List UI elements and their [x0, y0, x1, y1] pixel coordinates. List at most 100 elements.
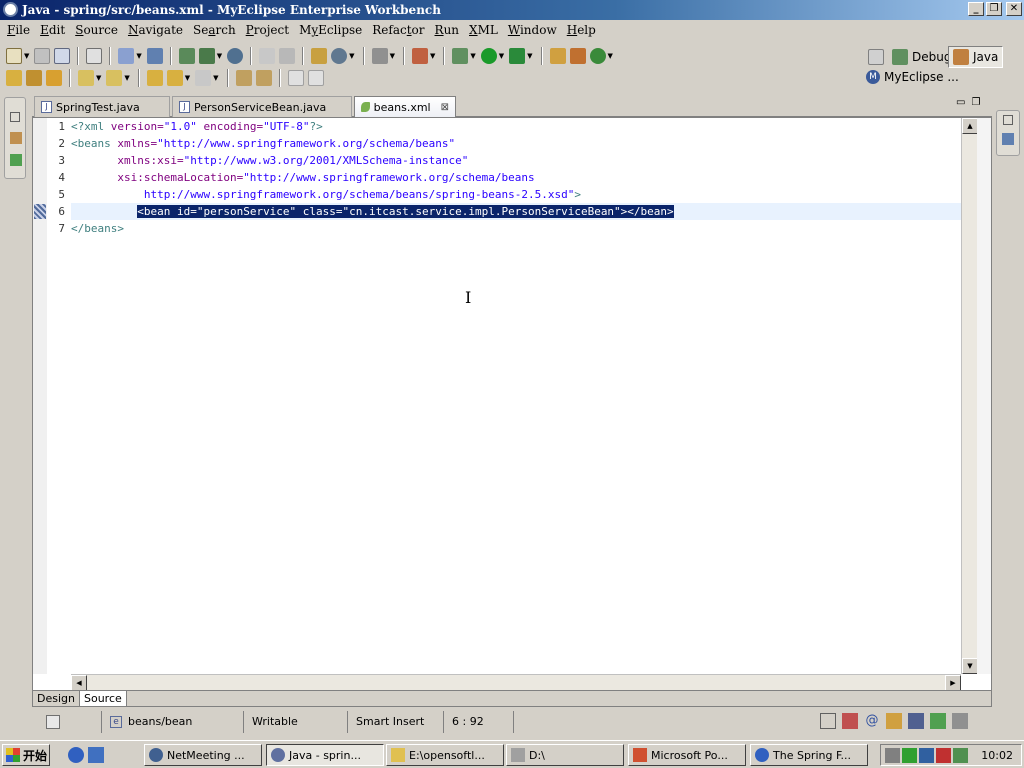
forward-icon[interactable] [195, 70, 212, 86]
deploy-icon[interactable] [178, 48, 195, 64]
next-annotation-icon[interactable] [78, 70, 94, 86]
browser-icon[interactable] [227, 48, 244, 64]
myeclipse-perspective-button[interactable]: M MyEclipse ... [866, 70, 959, 84]
new-class-icon[interactable] [569, 48, 586, 64]
web-icon[interactable] [331, 48, 348, 64]
java-perspective-button[interactable]: Java [948, 46, 1004, 68]
code-line[interactable]: </beans> [71, 220, 961, 237]
save-icon[interactable] [34, 48, 51, 64]
ftp-icon[interactable] [86, 48, 103, 64]
menu-myeclipse[interactable]: MyEclipse [294, 20, 367, 40]
new-package-icon[interactable] [549, 48, 566, 64]
console-icon[interactable] [908, 713, 924, 729]
task-explorer-opensoft[interactable]: E:\opensoftl... [386, 744, 504, 766]
outline-icon[interactable] [1002, 133, 1014, 145]
code-line[interactable]: <bean id="personService" class="cn.itcas… [71, 203, 961, 220]
overview-ruler[interactable] [977, 118, 991, 674]
record-tray-icon[interactable] [902, 747, 917, 763]
open-type-icon[interactable] [146, 48, 163, 64]
declaration-icon[interactable] [886, 713, 902, 729]
expand-icon[interactable] [287, 70, 304, 86]
scroll-down-button[interactable]: ▼ [962, 658, 978, 674]
debug-run-icon[interactable] [452, 48, 469, 64]
close-button[interactable]: ✕ [1006, 2, 1022, 16]
open-folder-icon[interactable] [6, 70, 22, 86]
network-tray-icon[interactable] [885, 747, 900, 763]
task-powerpoint[interactable]: Microsoft Po... [628, 744, 746, 766]
run-icon[interactable] [480, 48, 497, 64]
fast-view-icon[interactable] [46, 715, 60, 729]
camera-icon[interactable] [371, 48, 388, 64]
javadoc-icon[interactable]: @ [864, 713, 880, 729]
camera-dropdown-icon[interactable]: ▼ [390, 52, 395, 60]
web-dropdown-icon[interactable]: ▼ [349, 52, 354, 60]
menu-search[interactable]: Search [188, 20, 241, 40]
menu-run[interactable]: Run [430, 20, 465, 40]
code-line[interactable]: xsi:schemaLocation="http://www.springfra… [71, 169, 961, 186]
task-spring-browser[interactable]: The Spring F... [750, 744, 868, 766]
next-annotation-dropdown-icon[interactable]: ▼ [96, 74, 101, 82]
desktop-quicklaunch-icon[interactable] [88, 747, 104, 763]
maximize-editor-icon[interactable]: ❐ [971, 97, 980, 108]
code-line[interactable]: xmlns:xsi="http://www.w3.org/2001/XMLSch… [71, 152, 961, 169]
eclipse-app-icon[interactable] [3, 2, 18, 17]
start-button[interactable]: 开始 [2, 744, 50, 766]
image-icon[interactable] [311, 48, 328, 64]
new-icon[interactable] [6, 48, 22, 64]
servers-icon[interactable] [930, 713, 946, 729]
new-java-icon[interactable] [589, 48, 606, 64]
vertical-scrollbar[interactable]: ▲ ▼ [961, 118, 978, 674]
restore-views-icon[interactable] [10, 112, 20, 122]
close-tab-icon[interactable]: ⊠ [441, 102, 449, 113]
tab-personservicebean[interactable]: J PersonServiceBean.java [172, 96, 352, 117]
problems-icon[interactable] [842, 713, 858, 729]
menu-refactor[interactable]: Refactor [367, 20, 429, 40]
menu-xml[interactable]: XML [464, 20, 503, 40]
k-tray-icon[interactable] [936, 747, 951, 763]
menu-window[interactable]: Window [503, 20, 562, 40]
back-icon[interactable] [166, 70, 183, 86]
source-tab[interactable]: Source [79, 691, 127, 706]
debug-perspective-button[interactable]: Debug [888, 46, 955, 68]
code-line[interactable]: <?xml version="1.0" encoding="UTF-8"?> [71, 118, 961, 135]
restore-button[interactable]: ❐ [986, 2, 1002, 16]
code-area[interactable]: <?xml version="1.0" encoding="UTF-8"?> <b… [71, 118, 961, 674]
menu-help[interactable]: Help [562, 20, 601, 40]
new-wizard-icon[interactable] [118, 48, 135, 64]
pencil-icon[interactable] [26, 70, 42, 86]
collapse-icon[interactable] [307, 70, 324, 86]
xml-editor[interactable]: 1 2 3 4 5 6 7 <?xml version="1.0" encoding="UT… [32, 117, 992, 707]
new-dropdown-icon[interactable]: ▼ [24, 52, 29, 60]
scroll-left-button[interactable]: ◀ [71, 675, 87, 691]
code-line[interactable]: <beans xmlns="http://www.springframework… [71, 135, 961, 152]
block-selection-icon[interactable] [255, 70, 272, 86]
server-icon[interactable] [198, 48, 215, 64]
tools-dropdown-icon[interactable]: ▼ [430, 52, 435, 60]
tab-springtest[interactable]: J SpringTest.java [34, 96, 170, 117]
tab-beans-xml[interactable]: beans.xml ⊠ [354, 96, 456, 117]
menu-edit[interactable]: Edit [35, 20, 70, 40]
task-java-eclipse[interactable]: Java - sprin... [266, 744, 384, 766]
design-tab[interactable]: Design [33, 691, 80, 706]
progress-icon[interactable] [952, 713, 968, 729]
debug-dropdown-icon[interactable]: ▼ [470, 52, 475, 60]
horizontal-scrollbar[interactable]: ◀ ▶ [71, 674, 961, 691]
app-tray-icon[interactable] [953, 747, 968, 763]
previous-annotation-dropdown-icon[interactable]: ▼ [124, 74, 129, 82]
code-line[interactable]: http://www.springframework.org/schema/be… [71, 186, 961, 203]
hierarchy-icon[interactable] [10, 154, 22, 166]
scroll-right-button[interactable]: ▶ [945, 675, 961, 691]
external-tools-dropdown-icon[interactable]: ▼ [527, 52, 532, 60]
paste-icon[interactable] [279, 48, 296, 64]
open-perspective-icon[interactable] [868, 49, 884, 65]
task-explorer-d[interactable]: D:\ [506, 744, 624, 766]
forward-dropdown-icon[interactable]: ▼ [213, 74, 218, 82]
print-icon[interactable] [54, 48, 71, 64]
package-explorer-icon[interactable] [10, 132, 22, 144]
ie-quicklaunch-icon[interactable] [68, 747, 84, 763]
restore-outline-icon[interactable] [1003, 115, 1013, 125]
back-dropdown-icon[interactable]: ▼ [185, 74, 190, 82]
last-edit-icon[interactable] [146, 70, 163, 86]
tools-icon[interactable] [411, 48, 428, 64]
wizard-dropdown-icon[interactable]: ▼ [136, 52, 141, 60]
